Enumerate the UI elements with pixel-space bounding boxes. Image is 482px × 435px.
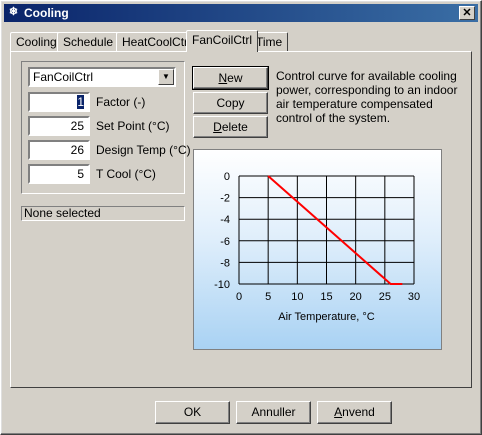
y-tick-label: -6 (220, 236, 230, 248)
title-bar[interactable]: ❄ Cooling ✕ (4, 4, 478, 22)
cancel-button[interactable]: Annuller (236, 401, 311, 424)
controller-select-value: FanCoilCtrl (33, 70, 94, 84)
t-cool-field[interactable]: 5 (28, 164, 90, 184)
y-tick-label: -10 (214, 279, 230, 291)
t-cool-label: T Cool (°C) (96, 167, 156, 181)
snowflake-icon: ❄ (8, 6, 19, 18)
copy-button[interactable]: Copy (193, 92, 268, 114)
ok-button[interactable]: OK (155, 401, 230, 424)
description-text: Control curve for available cooling powe… (276, 69, 458, 125)
y-tick-label: 0 (224, 171, 230, 183)
x-tick-label: 0 (236, 291, 242, 303)
chart-svg: 0 5 10 15 20 25 30 0 -2 -4 -6 -8 -10 Air Temperature,… (214, 171, 420, 323)
controller-select[interactable]: FanCoilCtrl ▼ (28, 67, 176, 87)
apply-button[interactable]: Anvend (317, 401, 392, 424)
control-curve-chart: 0 5 10 15 20 25 30 0 -2 -4 -6 -8 -10 Air Temperature,… (193, 149, 442, 350)
window-title: Cooling (24, 6, 69, 20)
y-tick-label: -8 (220, 257, 230, 269)
set-point-field[interactable]: 25 (28, 116, 90, 136)
x-tick-label: 5 (265, 291, 271, 303)
x-tick-label: 20 (350, 291, 362, 303)
x-tick-label: 15 (320, 291, 332, 303)
tab-heatcoolctrl[interactable]: HeatCoolCtrl (116, 32, 197, 51)
new-button[interactable]: New (192, 66, 269, 90)
chevron-down-icon[interactable]: ▼ (158, 69, 174, 85)
delete-button[interactable]: Delete (193, 116, 268, 138)
tab-cooling[interactable]: Cooling (10, 32, 63, 51)
tab-schedule[interactable]: Schedule (57, 32, 120, 51)
x-tick-label: 10 (291, 291, 303, 303)
set-point-label: Set Point (°C) (96, 119, 170, 133)
status-text: None selected (21, 206, 185, 221)
x-tick-label: 25 (379, 291, 391, 303)
design-temp-field[interactable]: 26 (28, 140, 90, 160)
y-tick-label: -2 (220, 193, 230, 205)
factor-label: Factor (-) (96, 95, 146, 109)
x-axis-label: Air Temperature, °C (278, 311, 375, 323)
x-tick-label: 30 (408, 291, 420, 303)
y-tick-label: -4 (220, 214, 230, 226)
tab-fancoilctrl[interactable]: FanCoilCtrl (186, 30, 259, 52)
control-curve-line (267, 175, 403, 285)
close-button[interactable]: ✕ (459, 6, 475, 20)
design-temp-label: Design Temp (°C) (96, 143, 191, 157)
factor-field[interactable]: 1 (28, 92, 90, 112)
